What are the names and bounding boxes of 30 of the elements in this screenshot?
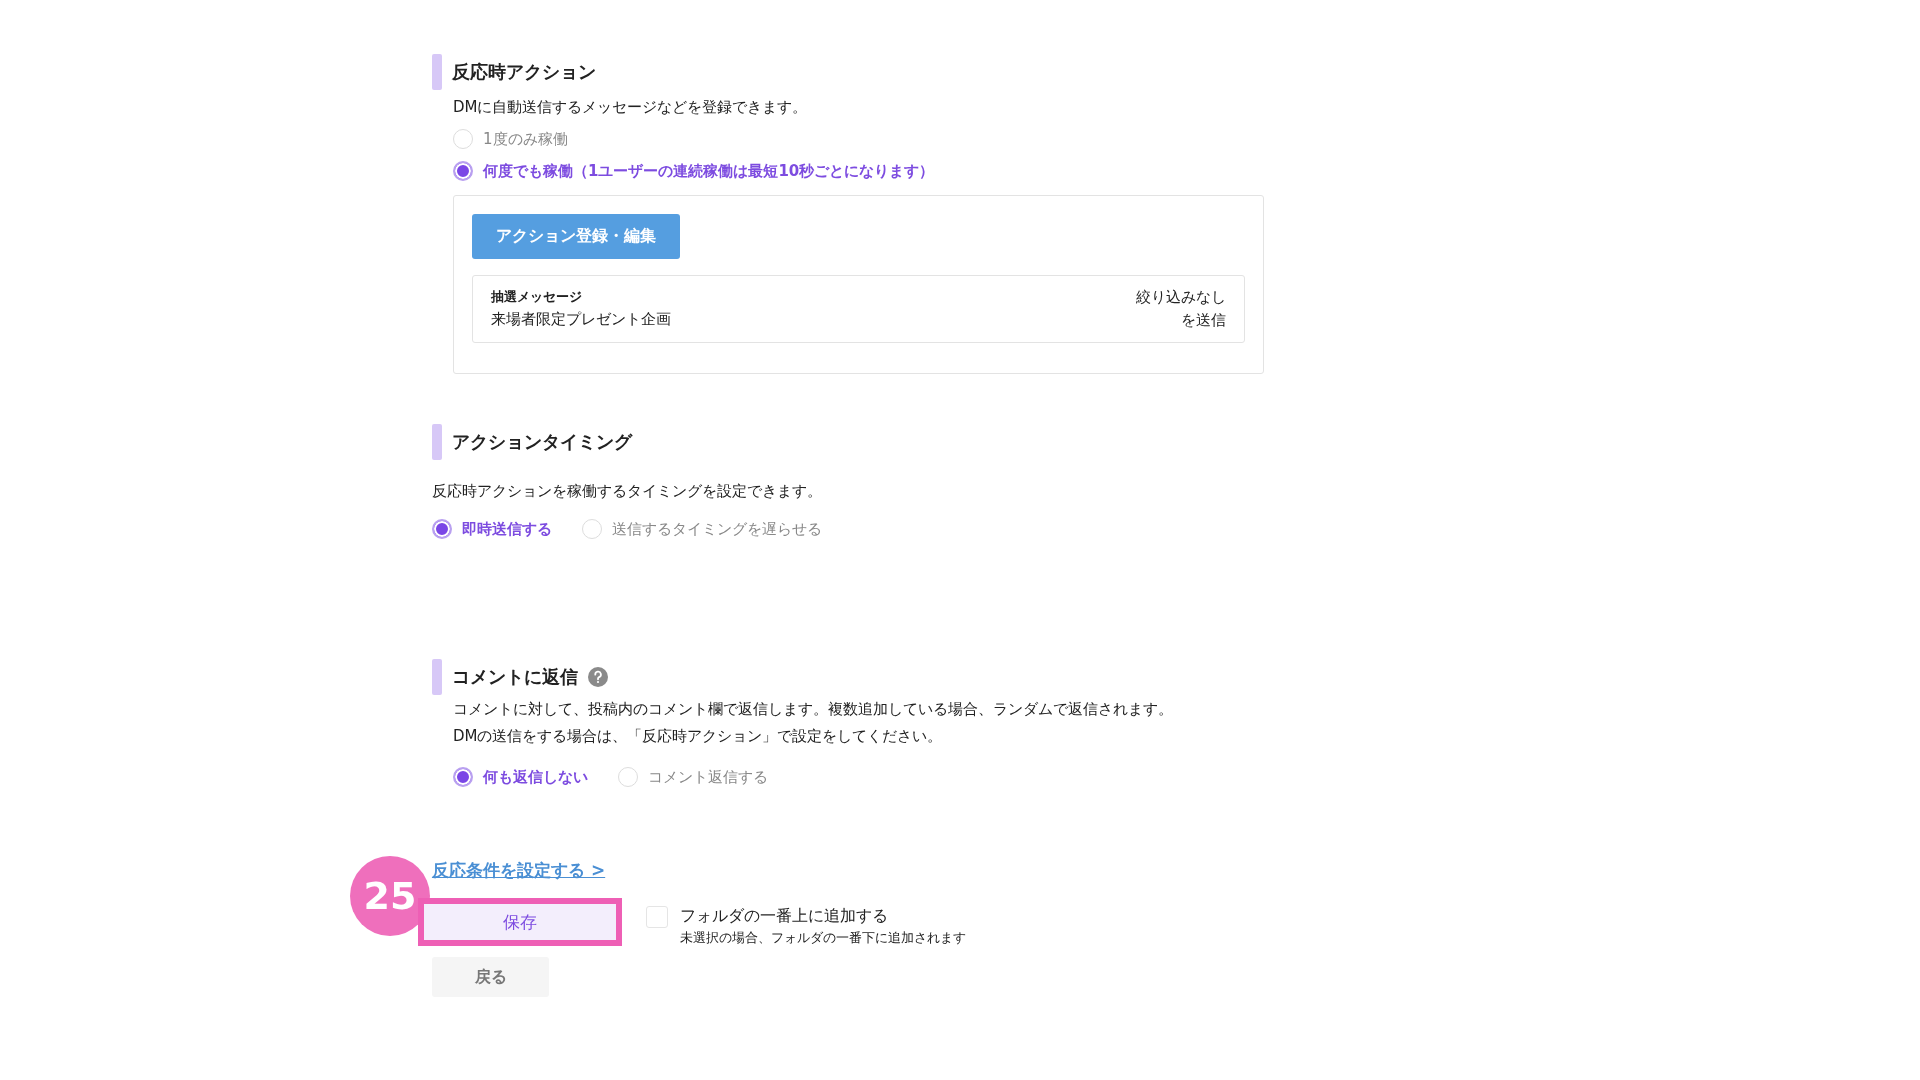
action-edit-button[interactable]: アクション登録・編集 — [472, 214, 680, 259]
checkbox[interactable] — [646, 906, 668, 928]
message-type: 抽選メッセージ — [491, 288, 583, 306]
section-title: アクションタイミング — [452, 430, 632, 454]
radio-option[interactable]: 送信するタイミングを遅らせる — [582, 519, 822, 539]
radio-option[interactable]: 何も返信しない — [453, 767, 588, 787]
save-button[interactable]: 保存 — [418, 898, 622, 946]
condition-link[interactable]: 反応条件を設定する > — [432, 859, 606, 882]
back-button[interactable]: 戻る — [432, 957, 549, 997]
section-title: 反応時アクション — [452, 60, 596, 84]
section-description: DMの送信をする場合は、「反応時アクション」で設定をしてください。 — [453, 726, 944, 747]
section-title: コメントに返信 — [452, 665, 578, 689]
checkbox-label: フォルダの一番上に追加する — [680, 906, 889, 927]
section-description: 反応時アクションを稼働するタイミングを設定できます。 — [432, 482, 823, 501]
section-marker — [432, 424, 442, 460]
checkbox-note: 未選択の場合、フォルダの一番下に追加されます — [680, 929, 966, 947]
section-description: DMに自動送信するメッセージなどを登録できます。 — [453, 98, 809, 117]
radio-option[interactable]: 1度のみ稼働 — [453, 129, 1332, 149]
step-number-badge: 25 — [350, 856, 430, 936]
message-name: 来場者限定プレゼント企画 — [491, 310, 671, 329]
message-card[interactable]: 抽選メッセージ 来場者限定プレゼント企画 絞り込みなし を送信 — [472, 275, 1245, 343]
section-description: コメントに対して、投稿内のコメント欄で返信します。複数追加している場合、ランダムで返信されます。 — [453, 699, 1174, 720]
radio-option[interactable]: 即時送信する — [432, 519, 552, 539]
radio-option[interactable]: 何度でも稼働（1ユーザーの連続稼働は最短10秒ごとになります） — [453, 161, 1332, 181]
help-icon[interactable] — [588, 667, 608, 687]
radio-option[interactable]: コメント返信する — [618, 767, 768, 787]
section-marker — [432, 54, 442, 90]
section-marker — [432, 659, 442, 695]
message-filter-action: を送信 — [1181, 311, 1226, 330]
message-filter: 絞り込みなし — [1136, 288, 1226, 307]
